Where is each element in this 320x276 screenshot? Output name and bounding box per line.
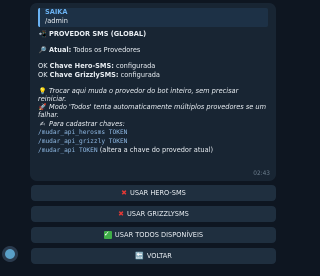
title-line: 📲 PROVEDOR SMS (GLOBAL)	[38, 30, 268, 38]
hero-key-status: configurada	[116, 62, 156, 71]
title: PROVEDOR SMS (GLOBAL)	[49, 30, 147, 38]
command-current-note: (altera a chave do provedor atual)	[99, 146, 214, 155]
red-x-icon: ✖	[121, 188, 128, 197]
search-icon: 🔎	[38, 46, 47, 55]
message-time: 02:43	[253, 170, 270, 177]
mode-line: 🚀 Modo 'Todos' tenta automaticamente múlt…	[38, 103, 268, 119]
use-hero-sms-button[interactable]: ✖ USAR HERO-SMS	[31, 185, 276, 201]
grizzly-key-line: OK Chave GrizzlySMS: configurada	[38, 71, 268, 79]
back-arrow-icon: 🔙	[135, 251, 144, 260]
register-line: ✍ Para cadastrar chaves:	[38, 120, 268, 128]
lightbulb-icon: 💡	[38, 86, 47, 95]
phone-icon: 📲	[38, 30, 47, 38]
rocket-icon: 🚀	[38, 103, 47, 112]
command-hero[interactable]: /mudar_api_herosms TOKEN	[38, 128, 268, 137]
reply-quote[interactable]: SAIKA /admin	[38, 8, 268, 27]
avatar-image	[5, 249, 15, 259]
hero-key-name: Chave Hero-SMS:	[49, 62, 114, 71]
back-button[interactable]: 🔙 VOLTAR	[31, 248, 276, 264]
reply-text: /admin	[45, 17, 68, 25]
register-label: Para cadastrar chaves:	[49, 119, 125, 128]
grizzly-key-name: Chave GrizzlySMS:	[49, 70, 119, 79]
tip-line: 💡 Trocar aqui muda o provedor do bot inte…	[38, 87, 268, 103]
command-current[interactable]: /mudar_api TOKEN (altera a chave do prov…	[38, 146, 268, 155]
command-grizzly[interactable]: /mudar_api_grizzly TOKEN	[38, 137, 268, 146]
current-provider-line: 🔎 Atual: Todos os Provedores	[38, 46, 268, 54]
mode-text: Modo 'Todos' tenta automaticamente múlti…	[38, 103, 267, 120]
hero-key-line: OK Chave Hero-SMS: configurada	[38, 62, 268, 70]
red-x-icon: ✖	[118, 209, 124, 218]
use-grizzly-sms-label: USAR GRIZZLYSMS	[126, 210, 189, 218]
grizzly-key-status: configurada	[120, 70, 160, 79]
bot-avatar[interactable]	[2, 246, 18, 262]
tip-text: Trocar aqui muda o provedor do bot intei…	[38, 86, 239, 104]
back-label: VOLTAR	[146, 252, 172, 260]
green-check-icon: ✓	[103, 231, 112, 239]
grizzly-prefix: OK	[38, 70, 48, 79]
message-bubble: SAIKA /admin 📲 PROVEDOR SMS (GLOBAL) 🔎 Atu…	[30, 3, 276, 181]
reply-author: SAIKA	[45, 8, 68, 16]
use-all-available-label: USAR TODOS DISPONÍVEIS	[114, 231, 204, 239]
current-label: Atual:	[49, 46, 72, 55]
use-all-available-button[interactable]: ✓ USAR TODOS DISPONÍVEIS	[31, 227, 276, 243]
command-current-text: /mudar_api TOKEN	[38, 147, 98, 155]
use-hero-sms-label: USAR HERO-SMS	[130, 189, 186, 197]
current-value: Todos os Provedores	[73, 46, 141, 55]
command-hero-text: /mudar_api_herosms TOKEN	[38, 128, 128, 136]
command-grizzly-text: /mudar_api_grizzly TOKEN	[38, 138, 128, 146]
use-grizzly-sms-button[interactable]: ✖ USAR GRIZZLYSMS	[31, 206, 276, 222]
writing-hand-icon: ✍	[39, 119, 46, 128]
hero-prefix: OK	[38, 62, 48, 71]
